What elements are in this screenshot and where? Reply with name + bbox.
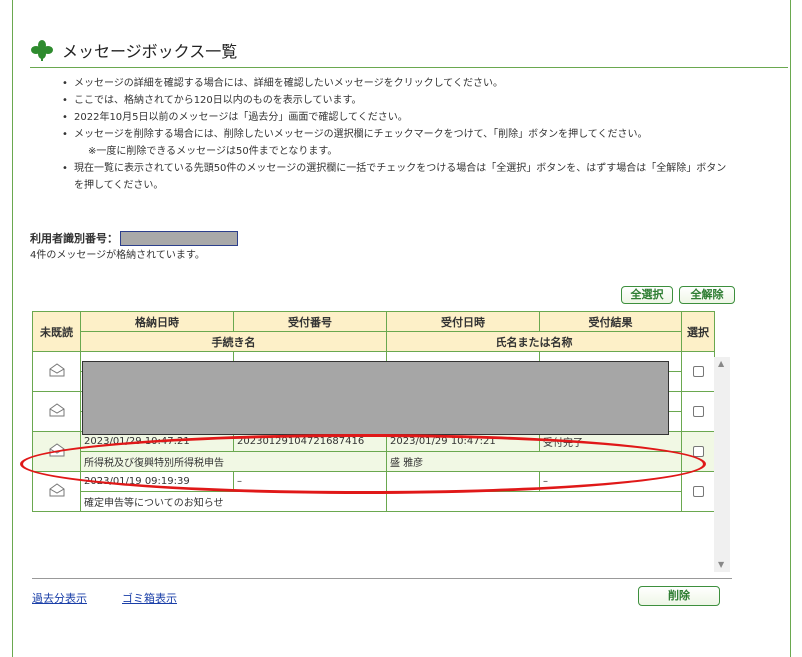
note-item: メッセージの詳細を確認する場合には、詳細を確認したいメッセージをクリックしてくだ… bbox=[62, 75, 790, 92]
bottom-divider bbox=[32, 578, 732, 579]
past-messages-link[interactable]: 過去分表示 bbox=[32, 590, 87, 606]
instructions-list: メッセージの詳細を確認する場合には、詳細を確認したいメッセージをクリックしてくだ… bbox=[62, 75, 790, 194]
frame-left-border bbox=[12, 0, 13, 657]
table-row[interactable]: 所得税及び復興特別所得税申告 盛 雅彦 bbox=[33, 451, 715, 472]
frame-right-border bbox=[790, 0, 791, 657]
clover-icon bbox=[31, 40, 53, 61]
note-subitem: を押してください。 bbox=[74, 180, 164, 191]
row-procedure[interactable]: 所得税及び復興特別所得税申告 bbox=[80, 451, 387, 472]
col-receipt-no: 受付番号 bbox=[233, 311, 387, 332]
row-stored-at[interactable]: 2023/01/19 09:19:39 bbox=[80, 471, 234, 492]
user-id-redacted bbox=[120, 230, 238, 246]
row-received-at[interactable] bbox=[386, 471, 540, 492]
envelope-icon bbox=[32, 471, 81, 512]
note-item: 2022年10月5日以前のメッセージは「過去分」画面で確認してください。 bbox=[62, 109, 790, 126]
row-checkbox[interactable] bbox=[681, 431, 715, 472]
row-checkbox[interactable] bbox=[681, 351, 715, 392]
delete-button[interactable]: 削除 bbox=[638, 586, 720, 606]
user-id-label: 利用者識別番号： bbox=[30, 232, 118, 245]
note-item: ここでは、格納されてから120日以内のものを表示しています。 bbox=[62, 92, 790, 109]
scroll-down-icon[interactable]: ▼ bbox=[718, 560, 724, 569]
col-select: 選択 bbox=[681, 311, 715, 352]
col-received-at: 受付日時 bbox=[386, 311, 540, 332]
col-result: 受付結果 bbox=[539, 311, 682, 332]
envelope-icon bbox=[32, 351, 81, 392]
col-procedure: 手続き名 bbox=[80, 331, 387, 352]
col-stored-at: 格納日時 bbox=[80, 311, 234, 332]
note-item: メッセージを削除する場合には、削除したいメッセージの選択欄にチェックマークをつけ… bbox=[62, 126, 790, 143]
user-id-row: 利用者識別番号： bbox=[30, 230, 238, 246]
page-title: メッセージボックス一覧 bbox=[62, 42, 238, 61]
row-name[interactable] bbox=[386, 491, 682, 512]
row-checkbox[interactable] bbox=[681, 391, 715, 432]
note-item: 現在一覧に表示されている先頭50件のメッセージの選択欄に一括でチェックをつける場… bbox=[62, 160, 790, 177]
table-row[interactable]: 2023/01/19 09:19:39 – – bbox=[32, 471, 715, 512]
row-result[interactable]: – bbox=[539, 471, 682, 492]
envelope-icon bbox=[32, 391, 81, 432]
page-header: メッセージボックス一覧 bbox=[30, 38, 237, 62]
title-divider bbox=[30, 67, 788, 68]
message-count: 4件のメッセージが格納されています。 bbox=[30, 250, 205, 261]
col-unread: 未既読 bbox=[32, 311, 81, 352]
note-subitem: ※一度に削除できるメッセージは50件までとなります。 bbox=[88, 146, 338, 157]
table-row[interactable]: 確定申告等についてのお知らせ bbox=[33, 491, 715, 512]
trash-link[interactable]: ゴミ箱表示 bbox=[122, 590, 177, 606]
envelope-icon bbox=[32, 431, 81, 472]
row-name[interactable]: 盛 雅彦 bbox=[386, 451, 682, 472]
row-receipt-no[interactable]: – bbox=[233, 471, 387, 492]
col-name: 氏名または名称 bbox=[386, 331, 682, 352]
redaction-block bbox=[82, 361, 669, 435]
select-all-button[interactable]: 全選択 bbox=[621, 286, 673, 304]
row-procedure[interactable]: 確定申告等についてのお知らせ bbox=[80, 491, 387, 512]
table-scrollbar[interactable]: ▲ ▼ bbox=[714, 357, 730, 572]
scroll-up-icon[interactable]: ▲ bbox=[718, 359, 724, 368]
deselect-all-button[interactable]: 全解除 bbox=[679, 286, 735, 304]
row-checkbox[interactable] bbox=[681, 471, 715, 512]
